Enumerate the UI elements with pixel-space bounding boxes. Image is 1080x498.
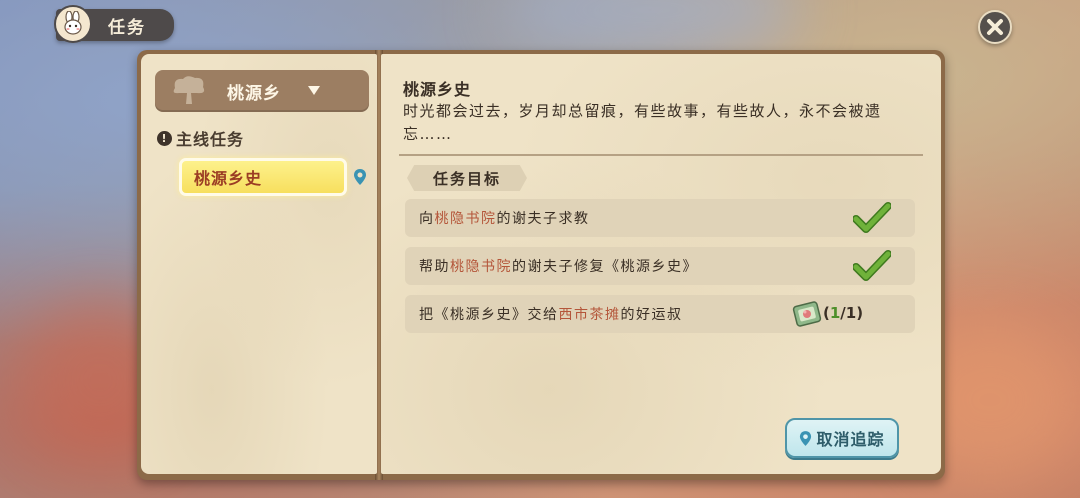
cancel-tracking-button[interactable]: 取消追踪 xyxy=(785,418,899,458)
quest-item-label: 桃源乡史 xyxy=(194,169,263,188)
close-icon xyxy=(987,19,1003,35)
page-title: 任务 xyxy=(108,17,146,38)
objectives-label: 任务目标 xyxy=(407,165,527,191)
region-name: 桃源乡 xyxy=(227,83,281,104)
objective-row: 把《桃源乡史》交给西市茶摊的好运叔 (1/1) xyxy=(405,295,915,333)
section-main-quests: ! 主线任务 xyxy=(157,126,244,150)
title-tab: 任务 xyxy=(54,5,174,43)
chevron-down-icon xyxy=(308,86,320,95)
objective-row: 帮助桃隐书院的谢夫子修复《桃源乡史》 xyxy=(405,247,915,285)
scroll-item-icon xyxy=(792,301,822,327)
quest-book: 桃源乡 ! 主线任务 桃源乡史 桃源乡史 时光都会过去，岁月却总留痕，有些故事，… xyxy=(137,50,945,480)
quest-description: 时光都会过去，岁月却总留痕，有些故事，有些故人，永不会被遗忘…… xyxy=(403,102,882,143)
objective-text: 把《桃源乡史》交给西市茶摊的好运叔 xyxy=(419,307,683,323)
exclamation-icon: ! xyxy=(157,130,172,146)
section-label: 主线任务 xyxy=(176,130,245,149)
checkmark-icon xyxy=(853,202,891,233)
objective-text: 向桃隐书院的谢夫子求教 xyxy=(419,211,590,227)
checkmark-icon xyxy=(853,250,891,281)
cancel-tracking-label: 取消追踪 xyxy=(816,430,885,449)
objective-text: 帮助桃隐书院的谢夫子修复《桃源乡史》 xyxy=(419,259,698,275)
objective-place: 桃隐书院 xyxy=(434,211,497,227)
close-button[interactable] xyxy=(978,10,1012,44)
quest-item-selected[interactable]: 桃源乡史 xyxy=(179,158,347,196)
objective-progress: (1/1) xyxy=(823,304,864,322)
objective-row: 向桃隐书院的谢夫子求教 xyxy=(405,199,915,237)
location-pin-icon xyxy=(354,169,366,185)
divider xyxy=(399,154,923,156)
quest-list-page: 桃源乡 ! 主线任务 桃源乡史 xyxy=(141,54,377,474)
location-pin-icon xyxy=(800,430,812,446)
region-dropdown[interactable]: 桃源乡 xyxy=(155,70,369,112)
quest-detail-page: 桃源乡史 时光都会过去，岁月却总留痕，有些故事，有些故人，永不会被遗忘…… 任务… xyxy=(381,54,941,474)
quest-title: 桃源乡史 xyxy=(403,80,472,99)
tree-icon xyxy=(173,76,205,104)
objective-place: 西市茶摊 xyxy=(558,307,621,323)
objective-place: 桃隐书院 xyxy=(450,259,512,275)
rabbit-icon xyxy=(54,5,92,43)
